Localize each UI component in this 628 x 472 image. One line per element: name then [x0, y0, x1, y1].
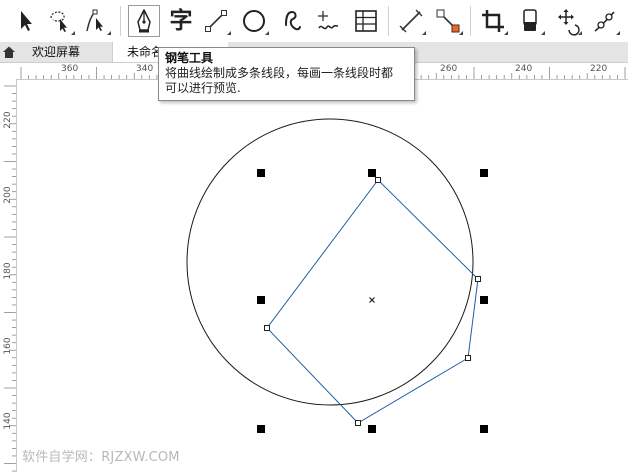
crop-tool-button[interactable]	[477, 5, 509, 37]
pick-tool-button[interactable]	[10, 5, 42, 37]
selection-handle[interactable]	[480, 169, 488, 177]
connector-tool-button[interactable]	[432, 5, 464, 37]
artistic-media-tool-button[interactable]	[312, 5, 344, 37]
eraser-icon	[523, 9, 537, 31]
freehand-pick-icon	[50, 11, 67, 32]
selection-handle[interactable]	[257, 296, 265, 304]
dimension-tool-button[interactable]	[395, 5, 427, 37]
crop-icon	[482, 10, 504, 32]
ruler-label: 220	[590, 64, 608, 74]
shape-tool-button[interactable]	[80, 5, 112, 37]
table-grid-icon	[355, 10, 377, 32]
tooltip-description-line: 可以进行预览.	[165, 81, 241, 95]
transform-tool-button[interactable]	[551, 5, 583, 37]
transform-icon	[558, 9, 580, 36]
knife-icon	[594, 11, 615, 32]
selection-handle[interactable]	[368, 425, 376, 433]
text-char-icon: 字	[169, 8, 193, 34]
shape-node-icon	[86, 9, 103, 32]
tab-welcome-label: 欢迎屏幕	[32, 45, 81, 59]
ruler-label: 180	[3, 262, 13, 280]
path-node[interactable]	[475, 276, 481, 282]
pen-tool-tooltip: 钢笔工具 将曲线绘制成多条线段，每画一条线段时都 可以进行预览.	[158, 47, 415, 101]
path-node[interactable]	[264, 325, 270, 331]
path-node[interactable]	[355, 420, 361, 426]
ruler-label: 200	[3, 186, 13, 204]
path-nodes	[264, 177, 481, 426]
selection-handle[interactable]	[257, 169, 265, 177]
tab-welcome-screen[interactable]: 欢迎屏幕	[18, 42, 112, 62]
vertical-ruler[interactable]: 220 200 180 160 140	[0, 79, 17, 472]
ruler-label: 340	[136, 64, 154, 74]
knife-tool-button[interactable]	[589, 5, 621, 37]
center-mark-icon	[369, 297, 375, 303]
tooltip-description-line: 将曲线绘制成多条线段，每画一条线段时都	[165, 66, 394, 80]
home-icon	[3, 46, 15, 58]
connector-icon	[436, 9, 460, 33]
selection-handle[interactable]	[480, 425, 488, 433]
selection-handle[interactable]	[257, 425, 265, 433]
dimension-line-icon	[399, 9, 423, 33]
selection-handle[interactable]	[368, 169, 376, 177]
ellipse-tool-button[interactable]	[238, 5, 270, 37]
pen-tool-button[interactable]	[128, 5, 160, 37]
toolbox: 字	[0, 0, 628, 43]
spiral-curve-icon	[285, 10, 301, 31]
path-node[interactable]	[465, 355, 471, 361]
pen-polyline-object[interactable]	[266, 179, 479, 424]
pen-nib-icon	[137, 9, 151, 33]
drawing-canvas[interactable]	[17, 80, 628, 472]
ruler-label: 260	[440, 64, 458, 74]
ruler-label: 240	[515, 64, 533, 74]
two-point-line-tool-button[interactable]	[200, 5, 232, 37]
ellipse-object[interactable]	[186, 118, 474, 406]
line-icon	[205, 10, 227, 32]
freehand-pick-tool-button[interactable]	[44, 5, 76, 37]
tooltip-title: 钢笔工具	[165, 51, 214, 65]
ruler-label: 160	[3, 337, 13, 355]
ruler-label: 360	[61, 64, 79, 74]
selection-handle[interactable]	[480, 296, 488, 304]
artistic-media-icon	[318, 11, 339, 30]
watermark-text: 软件自学网：RJZXW.COM	[22, 450, 180, 465]
spiral-tool-button[interactable]	[276, 5, 308, 37]
ruler-label: 220	[3, 111, 13, 129]
ellipse-icon	[243, 10, 265, 32]
text-tool-button[interactable]: 字	[165, 5, 197, 37]
pick-arrow-icon	[21, 11, 32, 31]
path-node[interactable]	[375, 177, 381, 183]
ruler-label: 140	[3, 412, 13, 430]
eraser-tool-button[interactable]	[514, 5, 546, 37]
table-tool-button[interactable]	[350, 5, 382, 37]
home-tab[interactable]	[0, 42, 18, 62]
